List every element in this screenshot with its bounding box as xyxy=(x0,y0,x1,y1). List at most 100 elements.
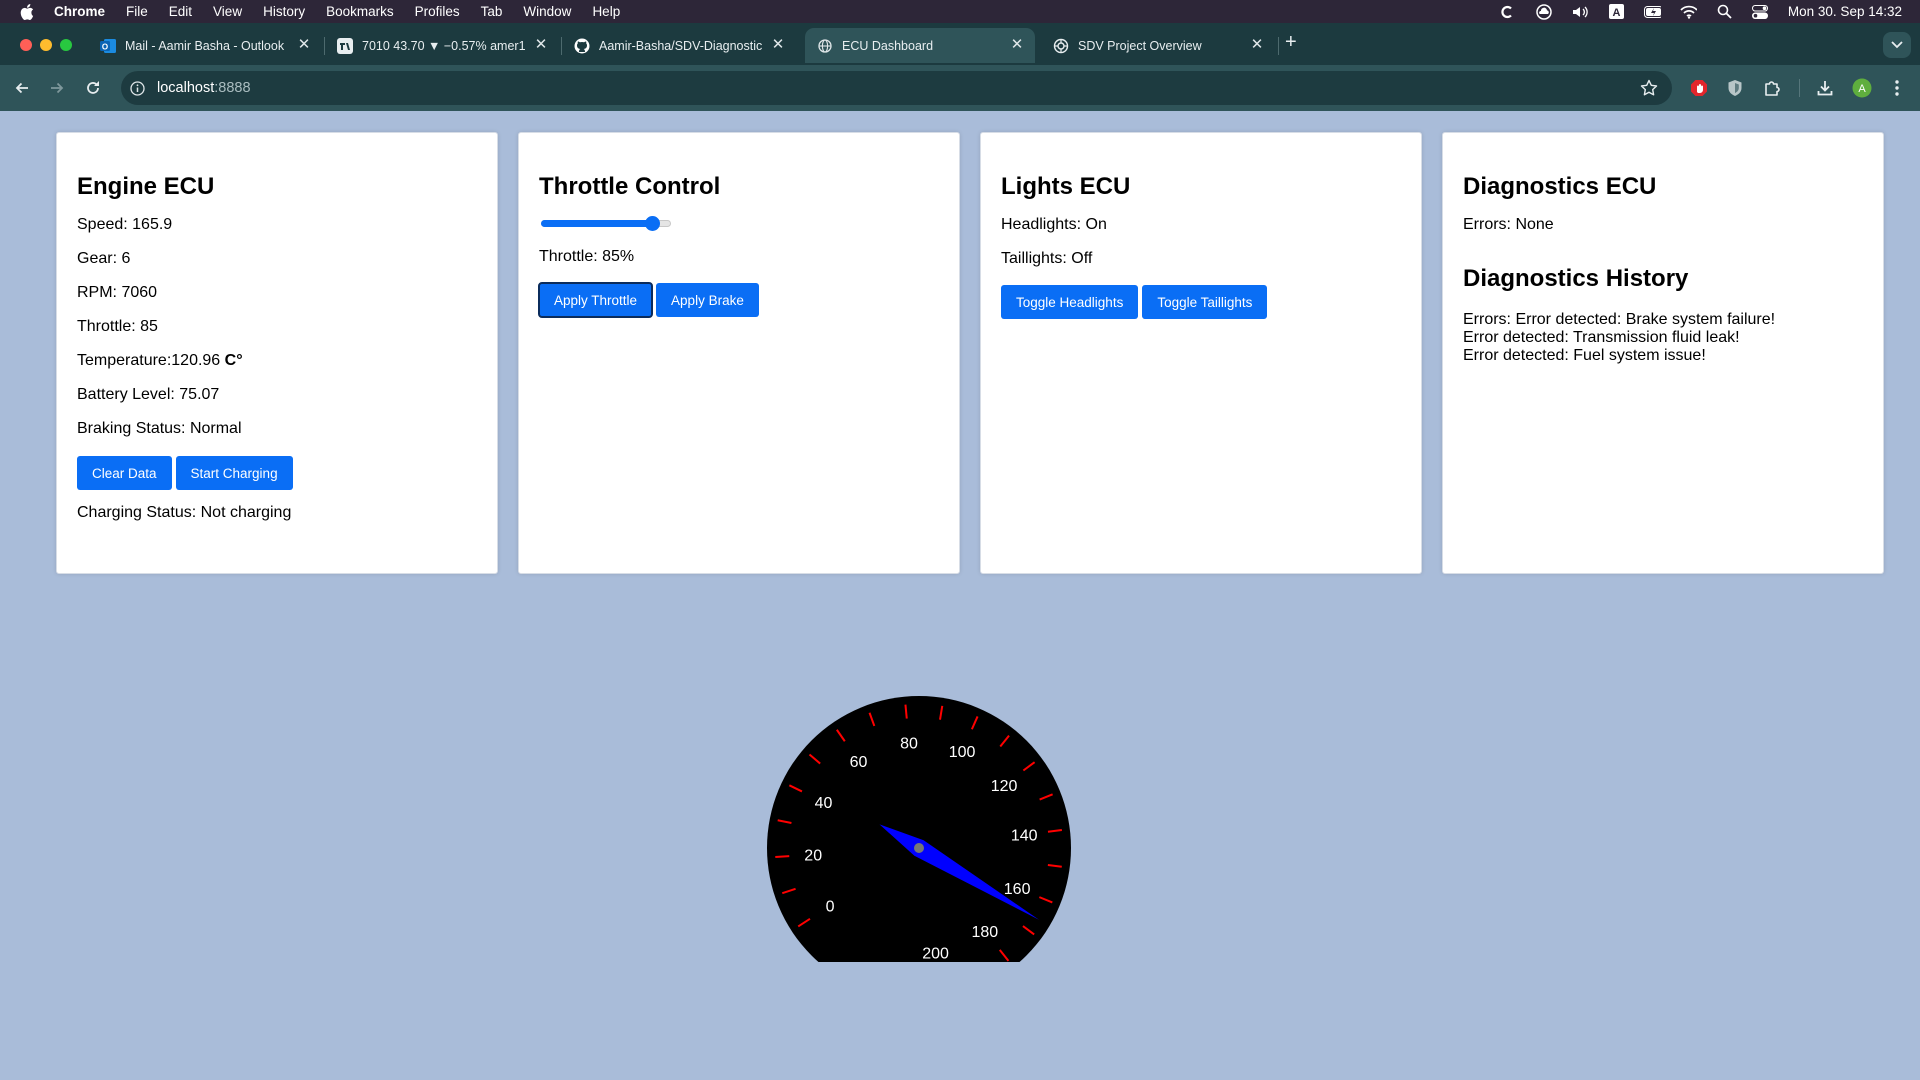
tab-title: Mail - Aamir Basha - Outlook xyxy=(125,38,285,53)
gauge-label: 60 xyxy=(850,754,868,771)
history-entry: Errors: Error detected: Brake system fai… xyxy=(1463,311,1776,328)
forward-arrow-icon[interactable] xyxy=(47,78,67,98)
tab-github[interactable]: Aamir-Basha/SDV-Diagnostic ✕ xyxy=(566,28,796,63)
close-icon[interactable]: ✕ xyxy=(296,37,312,53)
temperature-value: Temperature:120.96 xyxy=(77,352,225,369)
battery-readout: Battery Level: 75.07 xyxy=(77,386,220,403)
tab-outlook-mail[interactable]: O Mail - Aamir Basha - Outlook ✕ xyxy=(92,28,322,63)
menubar-clock[interactable]: Mon 30. Sep 14:32 xyxy=(1788,4,1902,19)
menu-edit[interactable]: Edit xyxy=(169,4,192,19)
adblock-extension-icon[interactable] xyxy=(1689,78,1709,98)
window-close-button[interactable] xyxy=(20,39,32,51)
engine-ecu-card: Engine ECU Speed: 165.9 Gear: 6 RPM: 706… xyxy=(56,132,498,574)
menu-tab[interactable]: Tab xyxy=(481,4,503,19)
gauge-label: 180 xyxy=(971,924,998,941)
profile-avatar[interactable]: A xyxy=(1852,78,1872,98)
menu-profiles[interactable]: Profiles xyxy=(415,4,460,19)
throttle-control-title: Throttle Control xyxy=(539,173,721,200)
gauge-label: 160 xyxy=(1004,881,1031,898)
tab-title: 7010 43.70 ▼ −0.57% amer1 xyxy=(362,38,526,53)
menu-file[interactable]: File xyxy=(126,4,148,19)
close-icon[interactable]: ✕ xyxy=(1009,37,1025,53)
toggle-taillights-button[interactable]: Toggle Taillights xyxy=(1142,285,1268,319)
throttle-button-row: Apply Throttle Apply Brake xyxy=(537,282,939,318)
privacy-shield-extension-icon[interactable] xyxy=(1725,78,1745,98)
menu-history[interactable]: History xyxy=(263,4,305,19)
lights-button-row: Toggle Headlights Toggle Taillights xyxy=(1001,285,1401,319)
keyboard-input-icon[interactable]: A xyxy=(1608,4,1625,19)
menu-bookmarks[interactable]: Bookmarks xyxy=(326,4,394,19)
tab-separator xyxy=(1278,37,1279,55)
gauge-label: 80 xyxy=(900,735,918,752)
slider-fill xyxy=(541,220,652,227)
control-center-icon[interactable] xyxy=(1752,4,1769,19)
gauge-label: 40 xyxy=(815,795,833,812)
new-tab-plus-icon[interactable]: + xyxy=(1285,32,1297,52)
gauge-label: 20 xyxy=(804,848,822,865)
clear-data-button[interactable]: Clear Data xyxy=(77,456,172,490)
gauge-label: 120 xyxy=(991,778,1018,795)
gauge-label: 100 xyxy=(949,744,976,761)
tab-title: ECU Dashboard xyxy=(842,38,934,53)
gauge-label: 140 xyxy=(1011,828,1038,845)
svg-text:A: A xyxy=(1612,7,1620,19)
globe-icon xyxy=(817,38,833,54)
tab-sdv-project-overview[interactable]: SDV Project Overview ✕ xyxy=(1045,28,1275,63)
history-entry: Error detected: Transmission fluid leak! xyxy=(1463,329,1740,346)
menu-view[interactable]: View xyxy=(213,4,242,19)
slider-thumb[interactable] xyxy=(645,216,660,231)
battery-icon[interactable] xyxy=(1643,4,1661,19)
charging-status: Charging Status: Not charging xyxy=(77,504,292,521)
window-zoom-button[interactable] xyxy=(60,39,72,51)
lights-ecu-card: Lights ECU Headlights: On Taillights: Of… xyxy=(980,132,1422,574)
c-app-status-icon[interactable] xyxy=(1500,4,1517,19)
back-arrow-icon[interactable] xyxy=(12,78,32,98)
gauge-tick xyxy=(904,704,908,719)
gauge-label: 200 xyxy=(922,946,949,963)
wifi-icon[interactable] xyxy=(1680,4,1697,19)
close-icon[interactable]: ✕ xyxy=(1249,37,1265,53)
start-charging-button[interactable]: Start Charging xyxy=(175,456,293,490)
engine-button-row: Clear Data Start Charging xyxy=(77,456,477,490)
apple-icon[interactable] xyxy=(20,3,36,20)
address-url[interactable]: localhost:8888 xyxy=(157,80,251,96)
tab-tradingview[interactable]: 7010 43.70 ▼ −0.57% amer1 ✕ xyxy=(329,28,559,63)
tradingview-icon xyxy=(337,37,353,54)
close-icon[interactable]: ✕ xyxy=(770,37,786,53)
tab-search-chevron-icon[interactable] xyxy=(1883,32,1911,58)
toolbar-divider xyxy=(1799,79,1800,97)
extensions-puzzle-icon[interactable] xyxy=(1762,78,1782,98)
menu-help[interactable]: Help xyxy=(592,4,620,19)
close-icon[interactable]: ✕ xyxy=(533,37,549,53)
tab-separator xyxy=(561,37,562,55)
tab-ecu-dashboard[interactable]: ECU Dashboard ✕ xyxy=(805,28,1035,63)
gauge-tick xyxy=(775,855,790,859)
url-host: localhost xyxy=(157,80,215,96)
apply-brake-button[interactable]: Apply Brake xyxy=(656,283,759,317)
download-icon[interactable] xyxy=(1815,78,1835,98)
window-minimize-button[interactable] xyxy=(40,39,52,51)
tab-separator xyxy=(324,37,325,55)
svg-text:O: O xyxy=(102,42,108,51)
cloud-sync-icon[interactable] xyxy=(1536,3,1553,20)
more-menu-icon[interactable] xyxy=(1887,78,1907,98)
svg-text:A: A xyxy=(1858,83,1866,95)
speedometer-gauge: 0 20 40 60 80 100 120 140 160 180 200 xyxy=(767,696,1071,963)
speed-readout: Speed: 165.9 xyxy=(77,216,173,233)
throttle-slider[interactable] xyxy=(541,213,673,233)
history-entry: Error detected: Fuel system issue! xyxy=(1463,347,1706,364)
bookmark-star-icon[interactable] xyxy=(1640,79,1658,97)
gauge-hub xyxy=(914,843,924,853)
menu-window[interactable]: Window xyxy=(523,4,571,19)
diagnostics-ecu-card: Diagnostics ECU Errors: None Diagnostics… xyxy=(1442,132,1884,574)
apply-throttle-button[interactable]: Apply Throttle xyxy=(537,282,654,318)
spotlight-search-icon[interactable] xyxy=(1716,4,1733,19)
address-bar[interactable]: localhost:8888 xyxy=(121,71,1672,105)
menu-app-name[interactable]: Chrome xyxy=(54,4,105,19)
headlights-status: Headlights: On xyxy=(1001,216,1107,233)
volume-icon[interactable] xyxy=(1572,4,1589,19)
reload-icon[interactable] xyxy=(83,78,103,98)
site-info-icon[interactable] xyxy=(129,80,145,96)
diagnostics-history-title: Diagnostics History xyxy=(1463,265,1689,292)
toggle-headlights-button[interactable]: Toggle Headlights xyxy=(1001,285,1139,319)
